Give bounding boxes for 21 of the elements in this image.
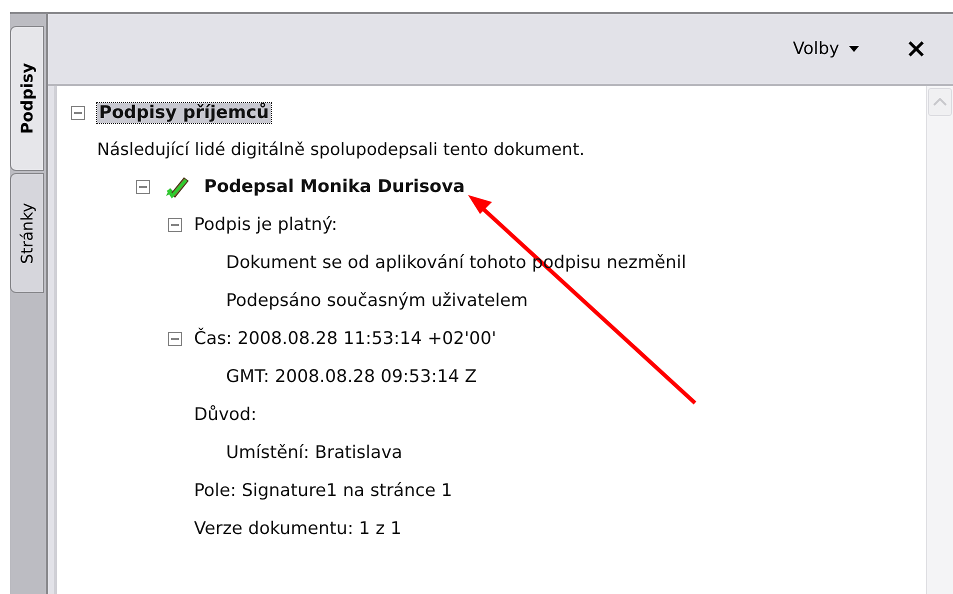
collapse-toggle[interactable] [71,106,85,120]
tree-item[interactable]: Důvod: [194,405,257,425]
tree-item[interactable]: Podepsáno současným uživatelem [226,291,528,311]
tree-item[interactable]: Podepsal Monika Durisova [204,177,465,197]
description-text: Následující lidé digitálně spolupodepsali tento dokument. [97,139,586,162]
tree-item[interactable]: Podpis je platný: [194,215,338,235]
collapse-toggle[interactable] [168,332,182,346]
collapse-toggle[interactable] [136,180,150,194]
side-tab[interactable]: Podpisy [10,26,44,171]
close-button[interactable]: × [901,36,931,62]
tree-heading[interactable]: Podpisy příjemců [97,103,271,123]
scrollbar[interactable] [926,86,953,594]
side-tab[interactable]: Stránky [10,173,44,293]
tree-item[interactable]: Čas: 2008.08.28 11:53:14 +02'00' [194,329,496,349]
collapse-toggle[interactable] [168,218,182,232]
tree-item[interactable]: GMT: 2008.08.28 09:53:14 Z [226,367,477,387]
options-menu-button[interactable]: Volby [788,37,864,61]
tree-item[interactable]: Verze dokumentu: 1 z 1 [194,519,402,539]
caret-icon [849,46,860,52]
tree-item[interactable]: Pole: Signature1 na stránce 1 [194,481,452,501]
tree-item[interactable]: Umístění: Bratislava [226,443,402,463]
